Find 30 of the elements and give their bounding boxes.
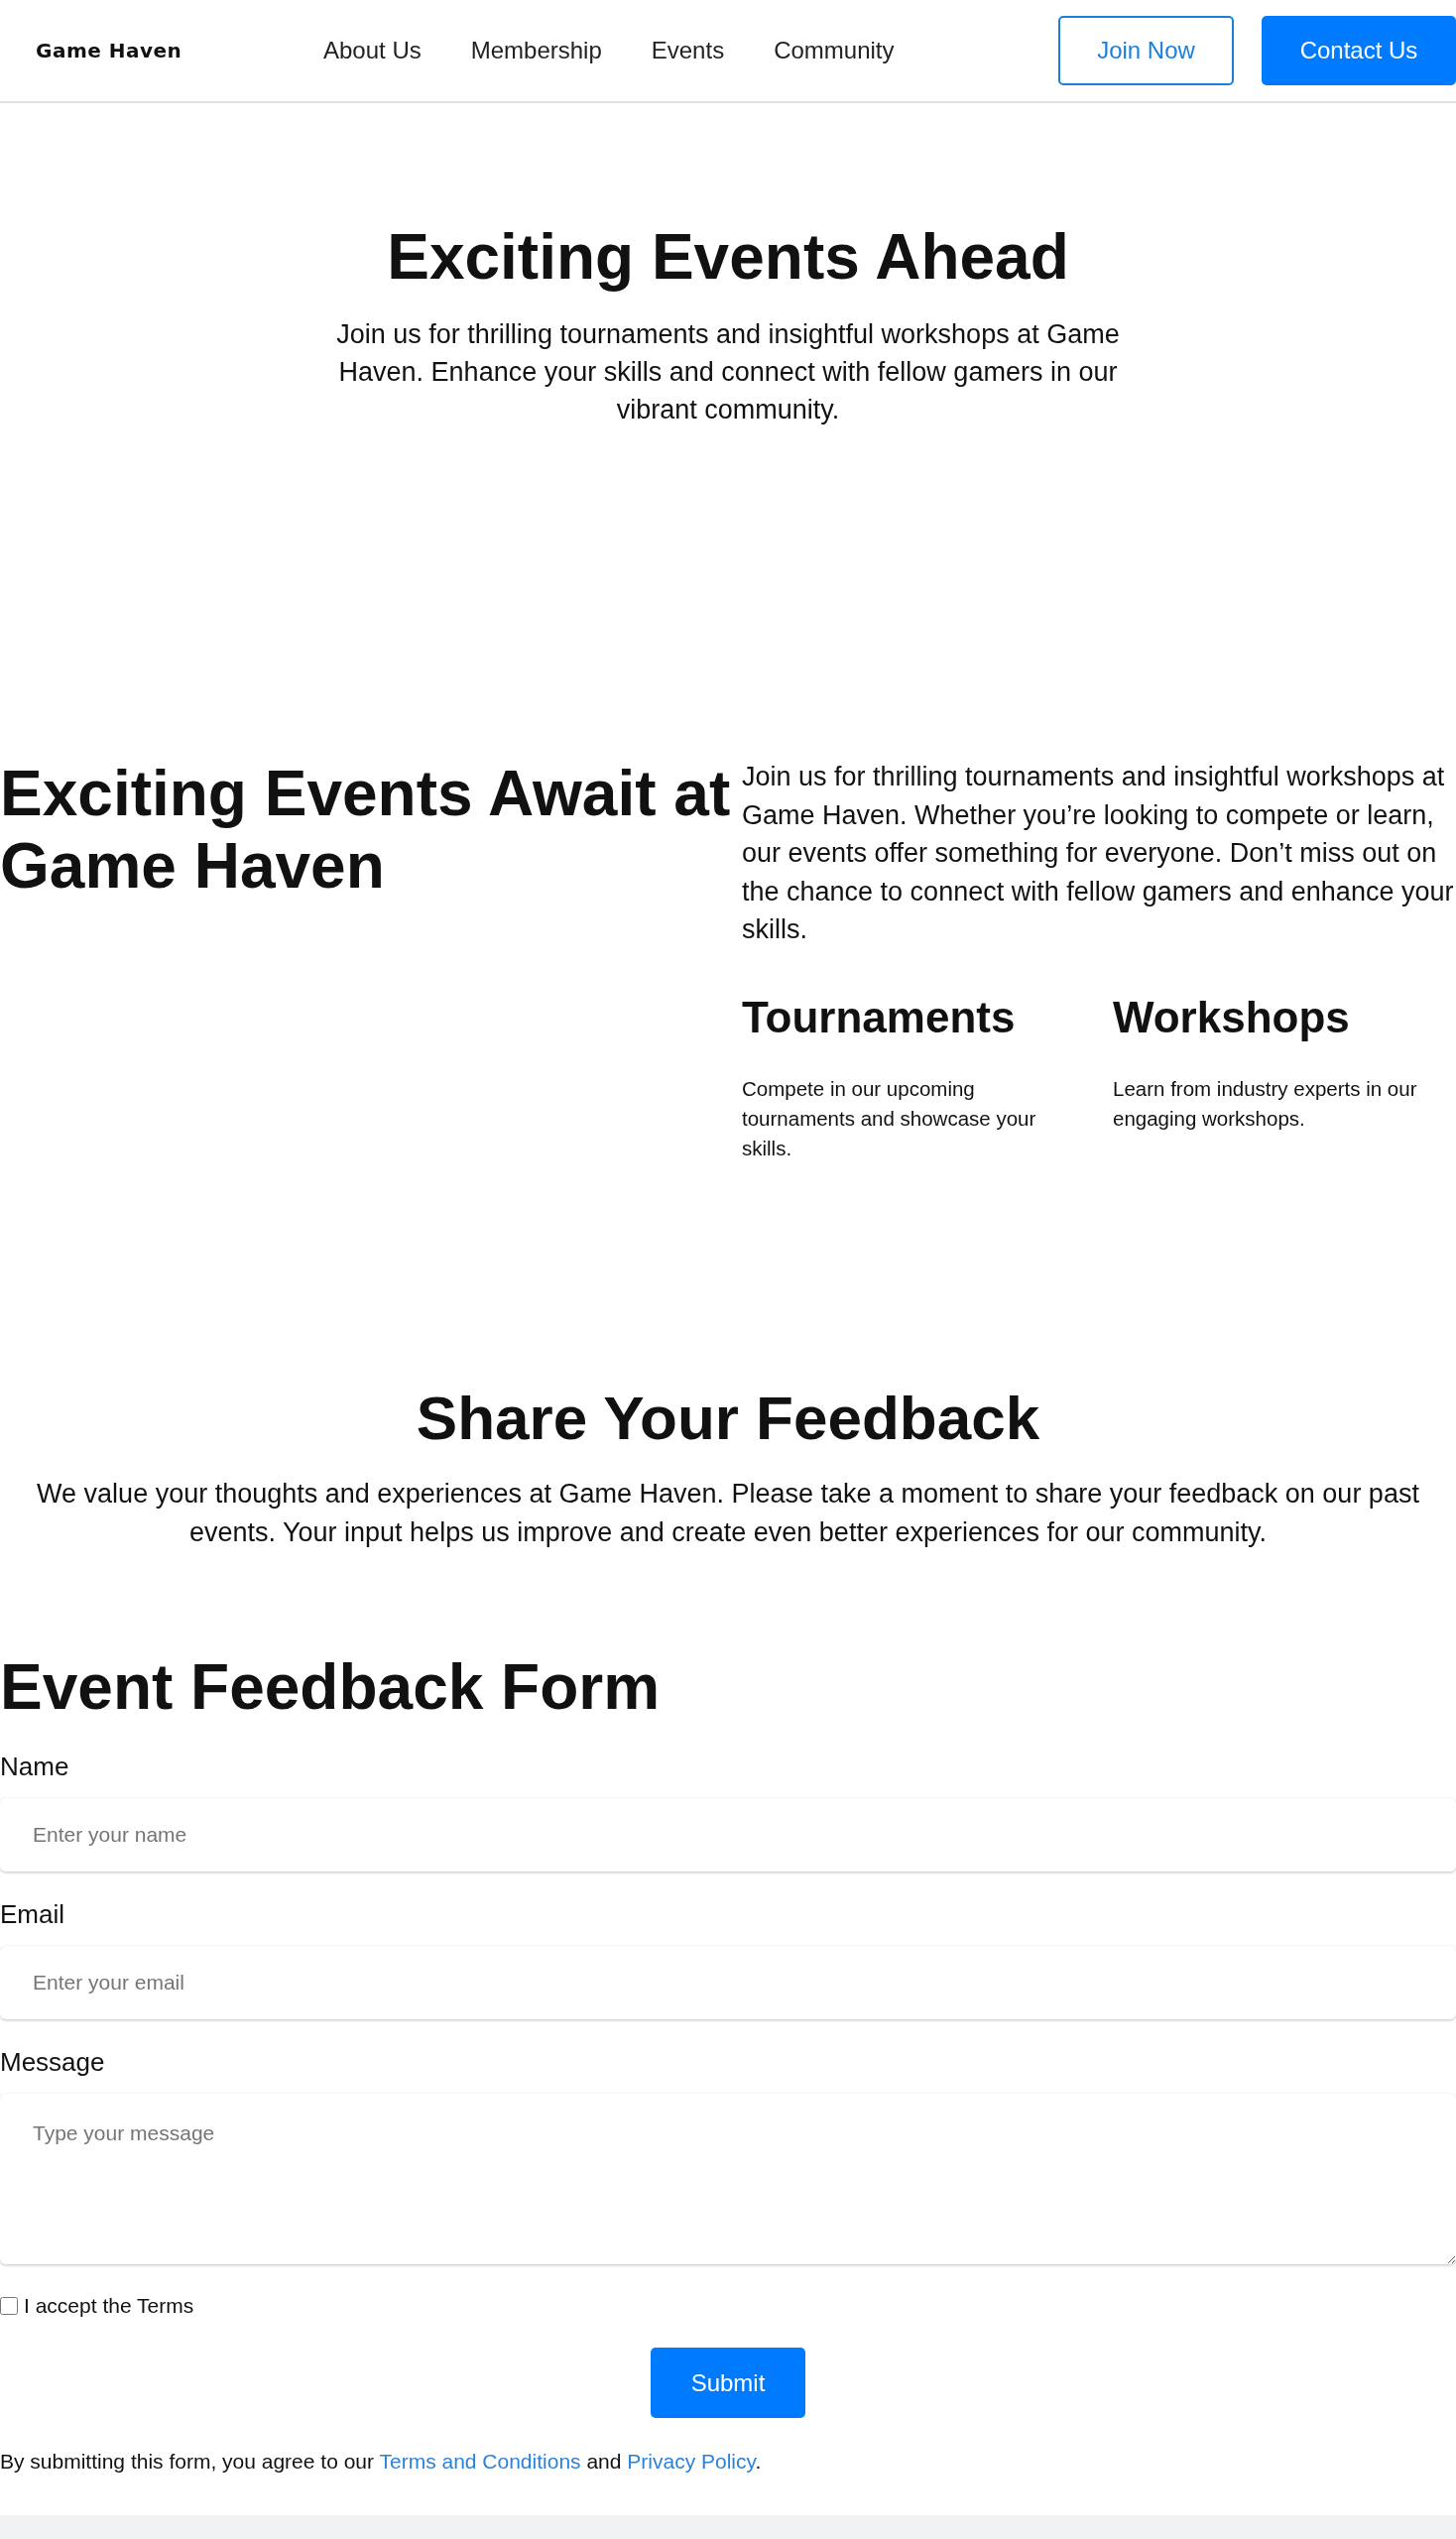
contact-button[interactable]: Contact Us: [1262, 16, 1456, 85]
join-button[interactable]: Join Now: [1058, 16, 1234, 85]
feature-title: Workshops: [1113, 992, 1351, 1042]
field-label: Message: [0, 2047, 106, 2078]
field-label: Name: [0, 1752, 70, 1782]
input-field[interactable]: Enter your email: [0, 1946, 1456, 2019]
checkbox-label: I accept the Terms: [24, 2294, 194, 2318]
feedback-text: We value your thoughts and experiences at Game Haven. Please take a moment to share your feedback on our past events. Your input helps us improve and create even better experiences for our community.: [36, 1478, 1420, 1549]
nav-link[interactable]: Events: [651, 37, 725, 64]
nav-link[interactable]: Membership: [470, 37, 602, 64]
nav-link[interactable]: About Us: [323, 37, 422, 64]
legal-text: By submitting this form, you agree to our Terms and Conditions and Privacy Policy.: [0, 2450, 763, 2474]
feature-title: Tournaments: [742, 992, 1017, 1042]
privacy-link[interactable]: Privacy Policy: [627, 2450, 756, 2473]
terms-link[interactable]: Terms and Conditions: [379, 2450, 581, 2473]
checkbox[interactable]: [0, 2297, 18, 2315]
events-text: Join us for thrilling tournaments and insightful workshops at Game Haven. Whether you’re looking to compete or learn, our events offer something for everyone. Don’t miss out on the chance to connect with fellow gamers and enhance your skills.: [742, 761, 1455, 946]
logo[interactable]: Game Haven: [36, 39, 323, 62]
input-field[interactable]: Enter your name: [0, 1798, 1456, 1872]
events-title: Exciting Events Await at Game Haven: [0, 758, 732, 904]
feedback-title: Share Your Feedback: [415, 1383, 1041, 1453]
form-title: Event Feedback Form: [0, 1650, 662, 1724]
feature-text: Learn from industry experts in our engaging workshops.: [1113, 1075, 1418, 1132]
submit-button[interactable]: Submit: [651, 2348, 805, 2418]
field-label: Email: [0, 1899, 65, 1930]
feature-text: Compete in our upcoming tournaments and showcase your skills.: [742, 1075, 1037, 1161]
message-field[interactable]: Type your message: [0, 2094, 1456, 2264]
hero-text: Join us for thrilling tournaments and insightful workshops at Game Haven. Enhance your skills and connect with fellow gamers in our vibrant community.: [335, 318, 1121, 426]
hero-title: Exciting Events Ahead: [386, 220, 1070, 294]
nav-link[interactable]: Community: [774, 37, 895, 64]
